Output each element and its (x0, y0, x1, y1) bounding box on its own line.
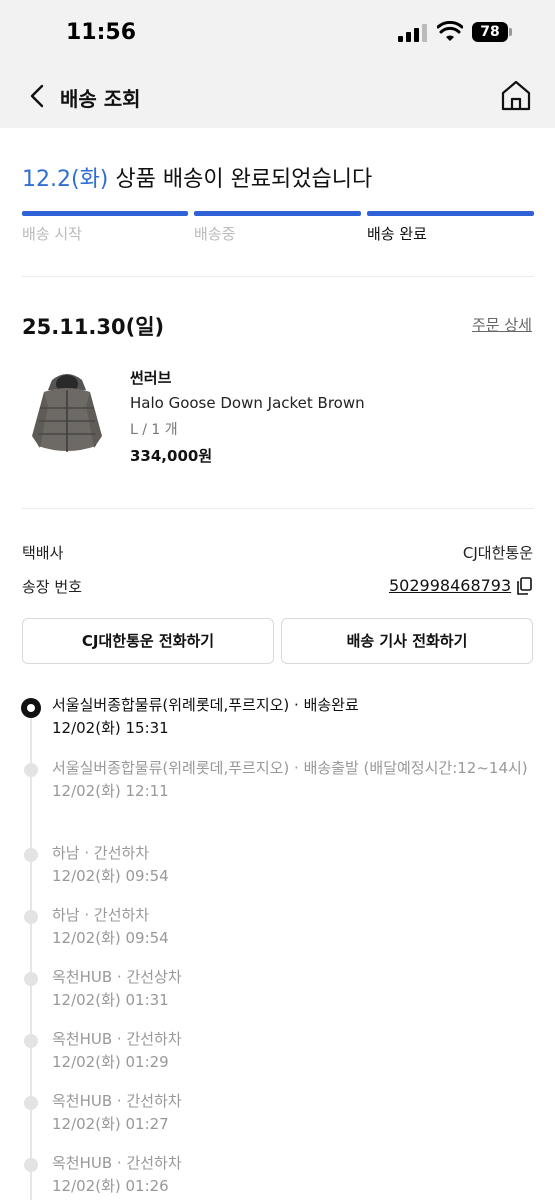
cellular-signal-icon (398, 24, 428, 42)
timeline-time: 12/02(화) 09:54 (52, 929, 169, 947)
tracking-label: 송장 번호 (22, 578, 82, 596)
step-label-shipping: 배송중 (194, 225, 236, 243)
timeline-text: 서울실버종합물류(위례롯데,푸르지오) · 배송완료 12/02(화) 15:3… (52, 694, 532, 740)
product-option: L / 1 개 (130, 422, 178, 438)
status-bar: 11:56 78 (0, 0, 555, 66)
timeline-time: 12/02(화) 12:11 (52, 782, 169, 800)
product-name: Halo Goose Down Jacket Brown (130, 394, 365, 412)
delivery-progress-bar (22, 211, 534, 216)
timeline-text: 하남 · 간선하차 12/02(화) 09:54 (52, 904, 532, 950)
chevron-left-icon[interactable] (24, 82, 50, 110)
divider (22, 276, 534, 277)
copy-icon[interactable] (516, 577, 532, 595)
nav-header: 배송 조회 (0, 66, 555, 128)
battery-tip (509, 28, 512, 36)
timeline-text: 옥천HUB · 간선하차 12/02(화) 01:27 (52, 1090, 532, 1136)
order-detail-link[interactable]: 주문 상세 (472, 314, 532, 335)
step-label-complete: 배송 완료 (367, 225, 427, 243)
timeline-description: 하남 · 간선하차 (52, 844, 150, 862)
page-title: 배송 조회 (60, 87, 141, 111)
timeline-description: 옥천HUB · 간선하차 (52, 1154, 182, 1172)
timeline-dot (24, 910, 38, 924)
delivery-status-title: 12.2(화) 상품 배송이 완료되었습니다 (22, 161, 372, 193)
divider (22, 508, 534, 509)
timeline-time: 12/02(화) 09:54 (52, 867, 169, 885)
order-date: 25.11.30(일) (22, 315, 165, 339)
home-icon[interactable] (499, 78, 533, 112)
call-carrier-button[interactable]: CJ대한통운 전화하기 (22, 618, 274, 664)
status-time: 11:56 (66, 20, 137, 45)
timeline-description: 하남 · 간선하차 (52, 906, 150, 924)
step-label-start: 배송 시작 (22, 225, 82, 243)
timeline-text: 옥천HUB · 간선하차 12/02(화) 01:26 (52, 1152, 532, 1198)
timeline-dot (24, 1096, 38, 1110)
timeline-text: 옥천HUB · 간선하차 12/02(화) 01:29 (52, 1028, 532, 1074)
wifi-icon (437, 21, 463, 41)
timeline-dot (24, 972, 38, 986)
timeline-time: 12/02(화) 01:29 (52, 1053, 169, 1071)
timeline-current-dot (21, 698, 41, 718)
product-brand: 썬러브 (130, 369, 172, 387)
progress-segment-complete (367, 211, 534, 216)
timeline-text: 옥천HUB · 간선상차 12/02(화) 01:31 (52, 966, 532, 1012)
product-price: 334,000원 (130, 447, 213, 465)
timeline-description: 옥천HUB · 간선하차 (52, 1030, 182, 1048)
timeline-time: 12/02(화) 01:27 (52, 1115, 169, 1133)
timeline-dot (24, 763, 38, 777)
timeline-time: 12/02(화) 01:26 (52, 1177, 169, 1195)
timeline-text: 하남 · 간선하차 12/02(화) 09:54 (52, 842, 532, 888)
tracking-number[interactable]: 502998468793 (389, 576, 511, 595)
timeline-time: 12/02(화) 01:31 (52, 991, 169, 1009)
timeline-time: 12/02(화) 15:31 (52, 719, 169, 737)
timeline-dot (24, 1034, 38, 1048)
carrier-name: CJ대한통운 (462, 544, 533, 562)
timeline-description: 서울실버종합물류(위례롯데,푸르지오) · 배송출발 (배달예정시간:12~14… (52, 759, 528, 777)
delivery-date: 12.2(화) (22, 167, 109, 192)
progress-segment-start (22, 211, 188, 216)
progress-segment-shipping (194, 211, 361, 216)
timeline-description: 옥천HUB · 간선상차 (52, 968, 182, 986)
call-driver-button[interactable]: 배송 기사 전화하기 (281, 618, 533, 664)
product-image[interactable] (22, 366, 112, 466)
timeline-description: 옥천HUB · 간선하차 (52, 1092, 182, 1110)
delivery-content: 12.2(화) 상품 배송이 완료되었습니다 배송 시작 배송중 배송 완료 2… (0, 128, 555, 1200)
timeline-dot (24, 848, 38, 862)
timeline-text: 서울실버종합물류(위례롯데,푸르지오) · 배송출발 (배달예정시간:12~14… (52, 757, 532, 803)
battery-icon: 78 (472, 22, 508, 42)
carrier-label: 택배사 (22, 544, 64, 562)
timeline-dot (24, 1158, 38, 1172)
timeline-line (30, 708, 32, 1200)
delivery-message: 상품 배송이 완료되었습니다 (108, 167, 373, 192)
timeline-description: 서울실버종합물류(위례롯데,푸르지오) · 배송완료 (52, 696, 359, 714)
